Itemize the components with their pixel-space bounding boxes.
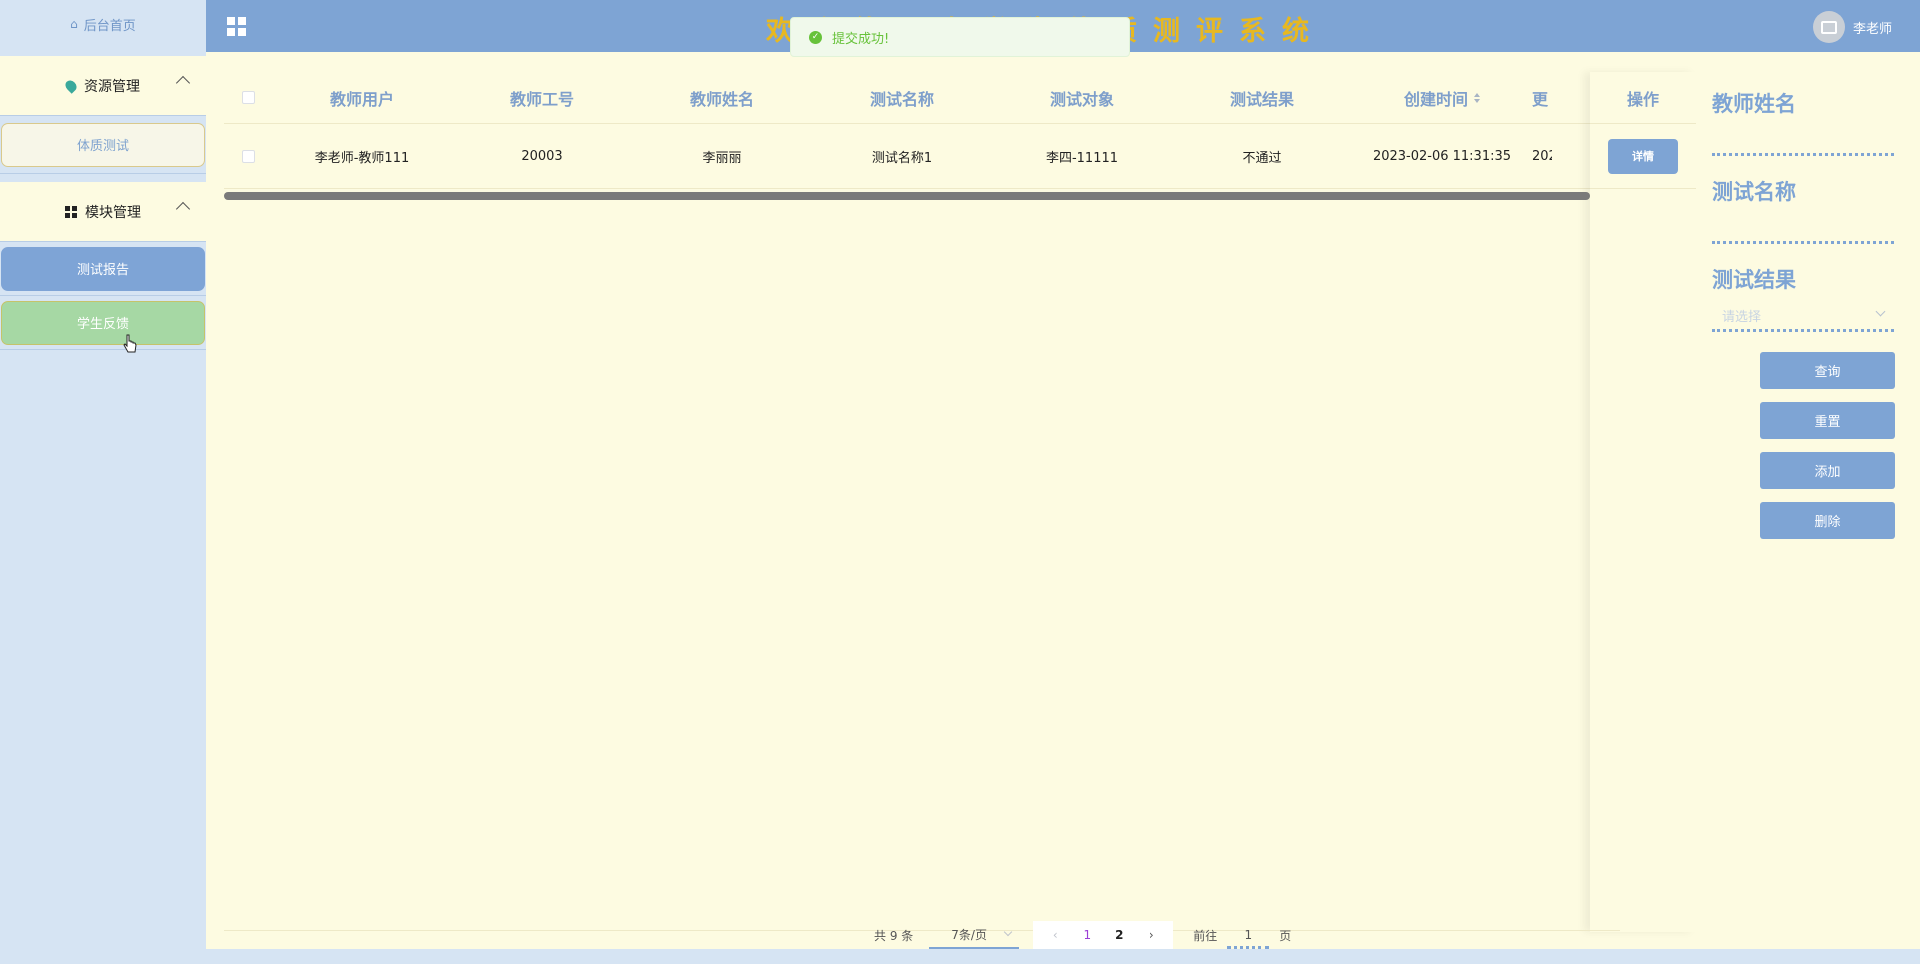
test-name-input[interactable] [1712,210,1894,244]
column-header: 教师用户 [329,89,394,109]
user-name: 李老师 [1852,21,1892,37]
sidebar-group-label: 模块管理 [85,204,141,221]
pagination-total: 共 9 条 [874,928,914,943]
menu-grid-icon[interactable] [227,17,246,36]
goto-suffix: 页 [1279,928,1292,943]
chevron-down-icon [1875,306,1886,317]
teacher-name-input[interactable] [1712,122,1894,156]
main-content: 教师用户 教师工号 教师姓名 测试名称 测试对象 测试结果 创建时间 更 李老师… [206,52,1920,949]
sidebar-item-student-feedback[interactable]: 学生反馈 [1,300,205,345]
avatar[interactable] [1812,11,1845,43]
select-all-checkbox[interactable] [241,91,255,104]
test-result-label: 测试结果 [1712,268,1796,292]
table-cell: 李四-11111 [1045,150,1119,166]
query-button[interactable]: 查询 [1760,352,1895,389]
chevron-up-icon [175,201,191,217]
action-cell: 详情 [1590,124,1696,189]
sidebar-item-home[interactable]: ⌂ 后台首页 [0,0,206,48]
image-placeholder-icon [1820,20,1837,34]
horizontal-scrollbar[interactable] [224,192,1590,200]
delete-button[interactable]: 删除 [1760,502,1895,539]
page-number[interactable]: 1 [1071,928,1103,942]
table-cell: 测试名称1 [871,150,933,166]
table-row: 李老师-教师111 20003 李丽丽 测试名称1 李四-11111 不通过 2… [224,124,1620,189]
home-icon: ⌂ [70,17,78,31]
grid-icon [65,205,77,218]
toast-message: 提交成功! [832,31,890,47]
sidebar-item-label: 体质测试 [76,139,129,154]
sidebar-group-module[interactable]: 模块管理 [0,182,206,242]
test-name-label: 测试名称 [1712,180,1796,204]
row-checkbox[interactable] [241,149,255,163]
next-page-button[interactable]: › [1135,928,1167,942]
row-select[interactable] [224,124,272,188]
data-table: 教师用户 教师工号 教师姓名 测试名称 测试对象 测试结果 创建时间 更 李老师… [224,72,1620,189]
sidebar-group-label: 资源管理 [84,78,140,95]
chevron-down-icon [1004,927,1013,937]
sidebar-item-test-report[interactable]: 测试报告 [1,246,205,291]
table-cell: 李丽丽 [702,150,742,166]
column-header: 测试结果 [1229,89,1294,109]
reset-button[interactable]: 重置 [1760,402,1895,439]
header-select-all[interactable] [224,72,272,123]
column-header: 教师工号 [509,89,574,109]
column-header: 测试对象 [1049,89,1114,109]
table-cell: 2023-02-06 11:31:35 [1372,148,1512,164]
test-result-select[interactable]: 请选择 [1712,298,1894,332]
sidebar: ⌂ 后台首页 资源管理 体质测试 模块管理 测试报告 学生反馈 [0,0,206,949]
column-header: 测试名称 [869,89,934,109]
sidebar-item-label: 学生反馈 [76,317,129,332]
column-header-action: 操作 [1590,72,1696,124]
page-size-select[interactable]: 7条/页 [929,921,1020,949]
column-header-label: 创建时间 [1403,89,1468,109]
column-header: 更 [1532,89,1549,109]
teacher-name-label: 教师姓名 [1712,92,1796,116]
sidebar-item-fitness-test[interactable]: 体质测试 [1,122,205,167]
add-button[interactable]: 添加 [1760,452,1895,489]
sidebar-sub-container: 体质测试 [0,116,206,174]
sidebar-item-label: 测试报告 [76,263,129,278]
page-size-value: 7条/页 [951,927,987,942]
prev-page-button[interactable]: ‹ [1039,928,1071,942]
sidebar-group-resource[interactable]: 资源管理 [0,56,206,116]
table-cell: 不通过 [1242,150,1282,166]
chevron-up-icon [175,75,191,91]
sidebar-sub-container: 测试报告 [0,242,206,296]
page-list: ‹ 1 2 › [1033,921,1174,949]
column-header: 教师姓名 [689,89,754,109]
page-jump: 前往 1 页 [1193,921,1291,949]
location-pin-icon [63,77,79,94]
sidebar-item-label: 后台首页 [83,18,136,34]
page-number[interactable]: 2 [1103,928,1135,942]
table-cell: 20003 [521,148,563,164]
search-panel: 教师姓名 测试名称 测试结果 请选择 查询 重置 添加 删除 [1712,88,1895,552]
success-toast: ✓ 提交成功! [790,17,1130,57]
pagination: 共 9 条 7条/页 ‹ 1 2 › 前往 1 页 [874,920,1291,950]
column-header-created-time[interactable]: 创建时间 [1352,72,1532,123]
sidebar-sub-container: 学生反馈 [0,296,206,350]
check-circle-icon: ✓ [809,30,822,44]
mouse-pointer-icon [123,334,137,353]
user-menu[interactable]: 李老师 [1812,11,1892,43]
table-header: 教师用户 教师工号 教师姓名 测试名称 测试对象 测试结果 创建时间 更 [224,72,1620,124]
goto-page-input[interactable]: 1 [1227,921,1270,949]
sort-icon[interactable] [1474,92,1480,103]
fixed-action-column: 操作 详情 [1590,72,1696,932]
goto-prefix: 前往 [1193,928,1218,943]
table-cell: 李老师-教师111 [314,150,410,166]
detail-button[interactable]: 详情 [1608,138,1678,174]
select-placeholder: 请选择 [1722,310,1762,325]
table-cell: 2023 [1532,148,1552,164]
